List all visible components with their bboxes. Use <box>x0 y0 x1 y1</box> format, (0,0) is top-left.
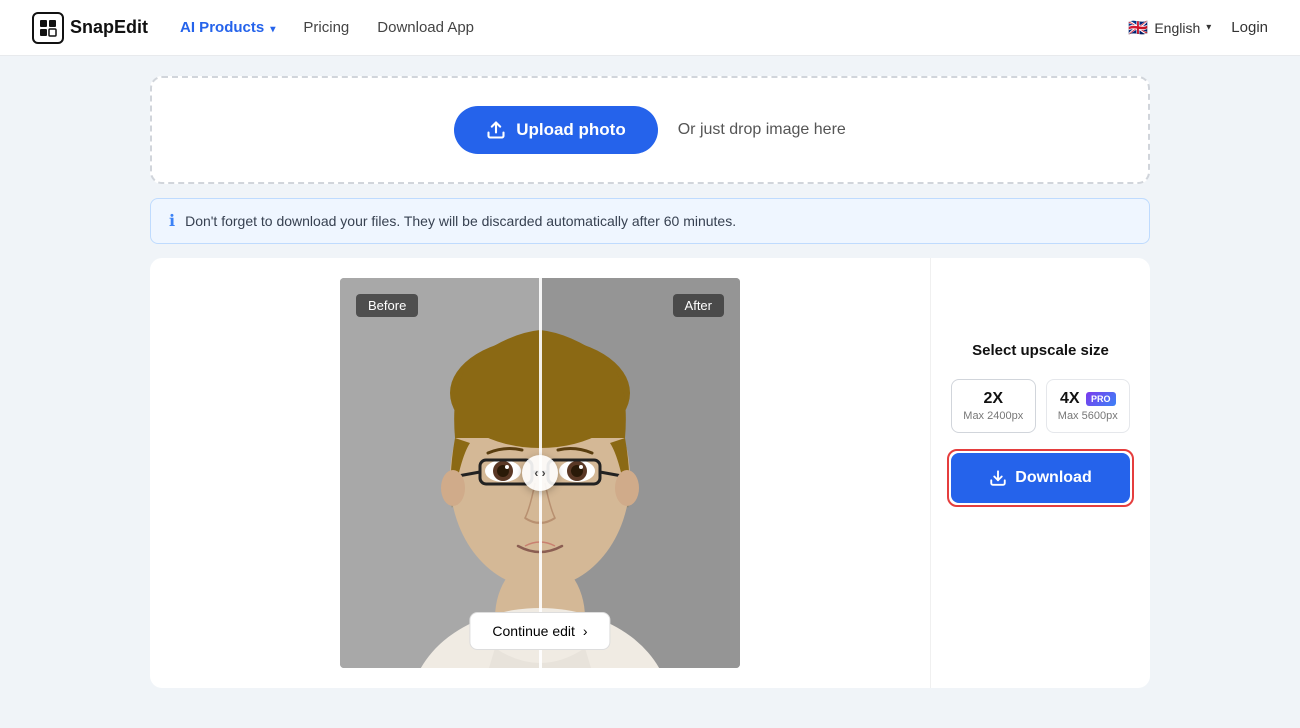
nav-download-app[interactable]: Download App <box>377 19 474 36</box>
after-label: After <box>673 294 724 317</box>
upload-or-text: Or just drop image here <box>678 121 846 139</box>
chevron-down-icon: ▾ <box>1206 22 1211 33</box>
upload-section: Upload photo Or just drop image here <box>150 76 1150 184</box>
info-banner: ℹ Don't forget to download your files. T… <box>150 198 1150 244</box>
logo-icon <box>32 12 64 44</box>
nav-pricing[interactable]: Pricing <box>303 19 349 36</box>
arrow-icon: › <box>583 623 588 639</box>
upload-photo-button[interactable]: Upload photo <box>454 106 658 154</box>
language-selector[interactable]: 🇬🇧 English ▾ <box>1128 18 1211 38</box>
select-size-label: Select upscale size <box>951 342 1130 359</box>
comparison-handle[interactable]: ‹ › <box>522 455 558 491</box>
download-highlight-border <box>947 449 1134 507</box>
size-2x-sub: Max 2400px <box>960 410 1027 422</box>
size-4x-label: 4X PRO <box>1055 390 1122 408</box>
before-label: Before <box>356 294 418 317</box>
right-panel: Select upscale size 2X Max 2400px 4X PRO… <box>930 258 1150 688</box>
info-text: Don't forget to download your files. The… <box>185 213 736 229</box>
nav-ai-products[interactable]: AI Products ▾ <box>180 19 275 36</box>
continue-edit-button[interactable]: Continue edit › <box>469 612 610 650</box>
pro-badge: PRO <box>1086 392 1116 406</box>
login-button[interactable]: Login <box>1231 19 1268 36</box>
logo[interactable]: SnapEdit <box>32 12 148 44</box>
logo-text: SnapEdit <box>70 17 148 38</box>
lang-label: English <box>1154 20 1200 36</box>
size-option-2x[interactable]: 2X Max 2400px <box>951 379 1036 433</box>
content-area: Before After ‹ › Continue edit › Select … <box>150 258 1150 688</box>
nav-right: 🇬🇧 English ▾ Login <box>1128 18 1268 38</box>
size-4x-sub: Max 5600px <box>1055 410 1122 422</box>
info-icon: ℹ <box>169 211 175 231</box>
upload-icon <box>486 120 506 140</box>
comparison-wrapper[interactable]: Before After ‹ › Continue edit › <box>340 278 740 668</box>
size-options: 2X Max 2400px 4X PRO Max 5600px <box>951 379 1130 433</box>
image-comparison-section: Before After ‹ › Continue edit › <box>150 258 930 688</box>
nav-links: AI Products ▾ Pricing Download App <box>180 19 1128 36</box>
chevron-down-icon: ▾ <box>270 24 275 35</box>
size-option-4x[interactable]: 4X PRO Max 5600px <box>1046 379 1131 433</box>
download-button-wrapper: Download <box>951 453 1130 503</box>
main-content: Upload photo Or just drop image here ℹ D… <box>0 76 1300 728</box>
navbar: SnapEdit AI Products ▾ Pricing Download … <box>0 0 1300 56</box>
size-2x-label: 2X <box>960 390 1027 408</box>
flag-icon: 🇬🇧 <box>1128 18 1148 38</box>
